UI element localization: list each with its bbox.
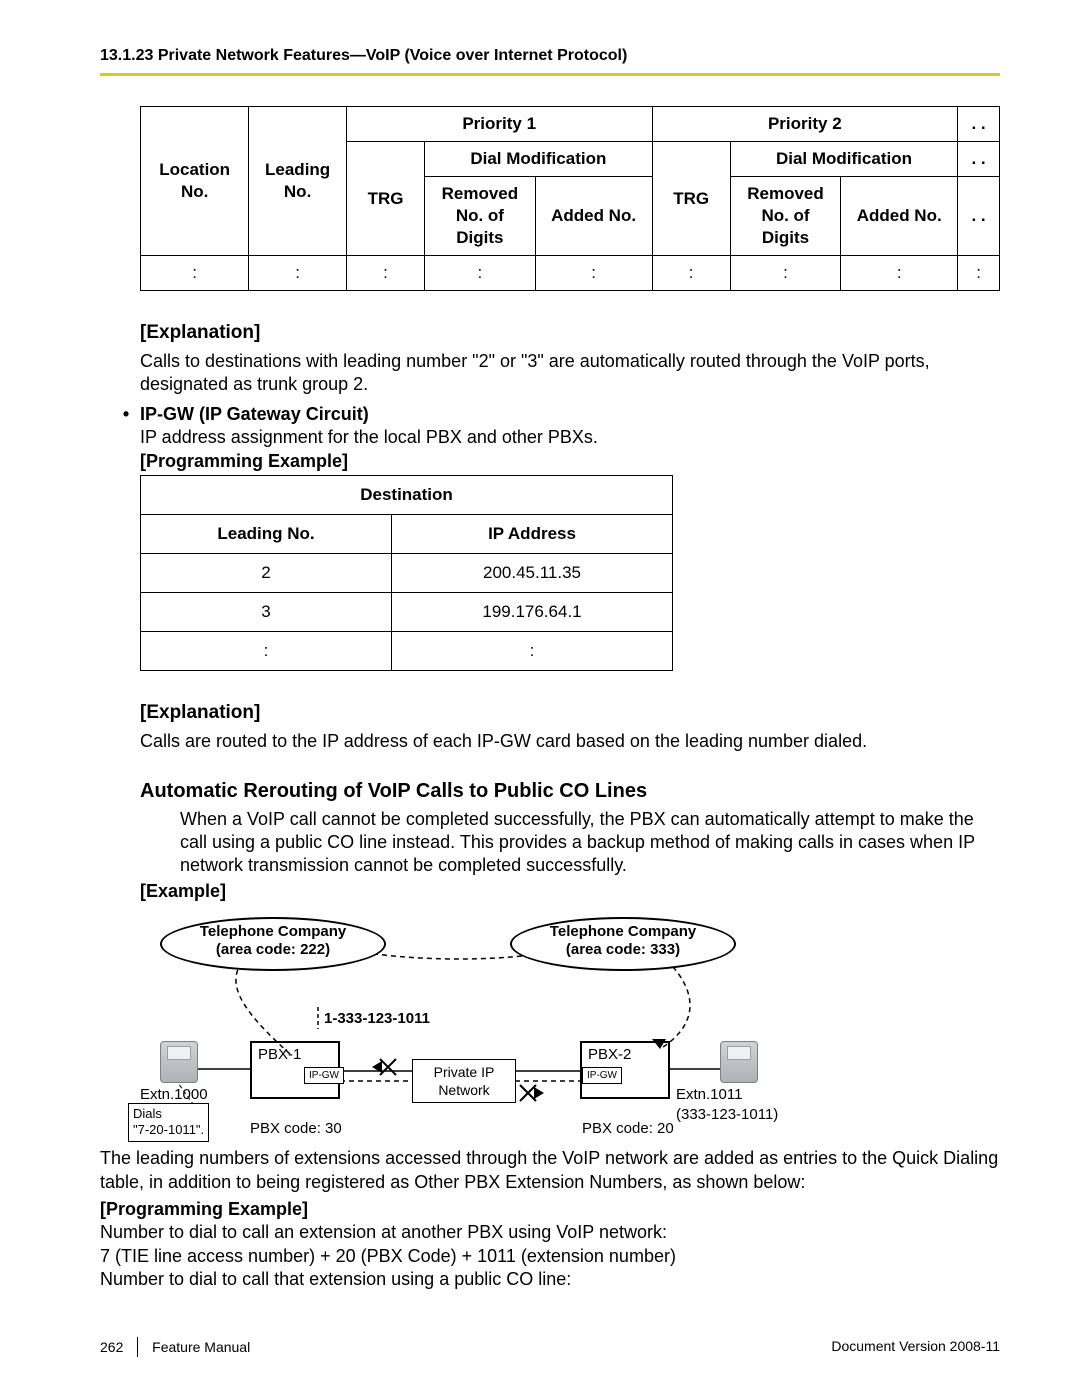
col-dialmod1: Dial Modification: [425, 141, 652, 176]
telco-2: Telephone Company (area code: 333): [510, 917, 736, 971]
phone-icon: [160, 1041, 198, 1083]
page-header: 13.1.23 Private Network Features—VoIP (V…: [100, 46, 1000, 67]
pbx-code-1: PBX code: 30: [250, 1119, 342, 1139]
table-row: : : : : : : : : :: [141, 256, 1000, 291]
col-added1: Added No.: [535, 176, 652, 255]
rerouting-diagram: Telephone Company (area code: 222) Telep…: [100, 909, 800, 1139]
col-dialmod2: Dial Modification: [730, 141, 957, 176]
below-3: 7 (TIE line access number) + 20 (PBX Cod…: [100, 1245, 1000, 1268]
table-row: : :: [141, 632, 673, 671]
ipgw-2: IP-GW: [582, 1067, 622, 1084]
ipgw-text: IP address assignment for the local PBX …: [140, 427, 598, 447]
col-priority2: Priority 2: [652, 106, 958, 141]
extn-right: Extn.1011 (333-123-1011): [676, 1085, 778, 1124]
pbx-code-2: PBX code: 20: [582, 1119, 674, 1139]
col-added2: Added No.: [841, 176, 958, 255]
col-removed1: Removed No. of Digits: [425, 176, 535, 255]
destination-table: Destination Leading No. IP Address 2 200…: [140, 475, 673, 671]
header-rule: [100, 73, 1000, 76]
page: 13.1.23 Private Network Features—VoIP (V…: [0, 0, 1080, 1397]
col-leading: Leading No.: [249, 106, 347, 255]
table-row: 2 200.45.11.35: [141, 554, 673, 593]
telco-1: Telephone Company (area code: 222): [160, 917, 386, 971]
col-trg2: TRG: [652, 141, 730, 255]
explanation2-head: [Explanation]: [140, 701, 1000, 726]
page-number: 262: [100, 1338, 123, 1356]
content-area: Location No. Leading No. Priority 1 Prio…: [140, 106, 1000, 1292]
footer-separator: [137, 1337, 138, 1357]
document-version: Document Version 2008-11: [831, 1337, 1000, 1355]
col-dots-2: . .: [958, 141, 1000, 176]
below-diagram-1: The leading numbers of extensions access…: [100, 1147, 1000, 1194]
explanation1-head: [Explanation]: [140, 321, 1000, 346]
bullet-dot: •: [112, 403, 140, 473]
ipgw-bullet: • IP-GW (IP Gateway Circuit) IP address …: [112, 403, 1000, 473]
pbx-1-label: PBX-1: [258, 1045, 301, 1065]
below-2: Number to dial to call an extension at a…: [100, 1221, 1000, 1244]
private-ip-network: Private IP Network: [412, 1059, 516, 1103]
footer-title: Feature Manual: [152, 1338, 250, 1356]
routing-table: Location No. Leading No. Priority 1 Prio…: [140, 106, 1000, 292]
ipgw-head: IP-GW (IP Gateway Circuit): [140, 404, 369, 424]
programming-example-1: [Programming Example]: [140, 451, 348, 471]
phone-icon: [720, 1041, 758, 1083]
table-row: 3 199.176.64.1: [141, 593, 673, 632]
col-removed2: Removed No. of Digits: [730, 176, 840, 255]
example-head: [Example]: [140, 881, 226, 901]
extn-left: Extn.1000: [140, 1085, 208, 1105]
auto-reroute-text: When a VoIP call cannot be completed suc…: [180, 808, 1000, 878]
footer: 262 Feature Manual Document Version 2008…: [100, 1337, 1000, 1357]
ipgw-1: IP-GW: [304, 1067, 344, 1084]
auto-reroute-head: Automatic Rerouting of VoIP Calls to Pub…: [140, 778, 1000, 804]
col-trg1: TRG: [346, 141, 424, 255]
col-dots-3: . .: [958, 176, 1000, 255]
col-location: Location No.: [141, 106, 249, 255]
col-dots-1: . .: [958, 106, 1000, 141]
pbx-2-label: PBX-2: [588, 1045, 631, 1065]
col-priority1: Priority 1: [346, 106, 652, 141]
below-4: Number to dial to call that extension us…: [100, 1268, 1000, 1291]
dial-number: 1-333-123-1011: [324, 1009, 430, 1029]
col-lead: Leading No.: [141, 515, 392, 554]
dials-box: Dials "7-20-1011".: [128, 1103, 209, 1142]
col-destination: Destination: [141, 476, 673, 515]
col-ip: IP Address: [392, 515, 673, 554]
programming-example-2: [Programming Example]: [100, 1199, 308, 1219]
explanation1-text: Calls to destinations with leading numbe…: [140, 350, 1000, 397]
explanation2-text: Calls are routed to the IP address of ea…: [140, 730, 1000, 753]
